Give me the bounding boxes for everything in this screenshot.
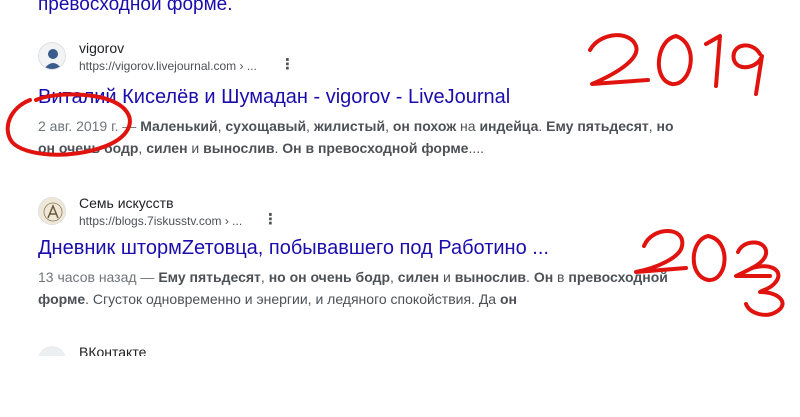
search-result-partial[interactable]: ВКонтакте <box>38 344 238 356</box>
result-title-link[interactable]: Виталий Киселёв и Шумадан - vigorov - Li… <box>38 85 738 109</box>
site-favicon-icon <box>38 42 66 70</box>
site-favicon-icon <box>38 197 66 225</box>
result-date: 2 авг. 2019 г. <box>38 118 119 134</box>
site-name: vigorov <box>79 40 125 56</box>
previous-snippet-text: превосходной форме. <box>38 0 233 15</box>
site-url: https://vigorov.livejournal.com › ... <box>79 59 257 73</box>
site-url: https://blogs.7iskusstv.com › ... <box>79 214 243 228</box>
site-name: Семь искусств <box>79 195 174 211</box>
handwritten-digit-3 <box>744 264 785 317</box>
search-result: vigorov https://vigorov.livejournal.com … <box>38 38 738 159</box>
result-source[interactable]: Семь искусств https://blogs.7iskusstv.co… <box>38 193 738 228</box>
more-options-icon[interactable]: ⋮ <box>263 212 278 227</box>
search-result: Семь искусств https://blogs.7iskusstv.co… <box>38 193 738 310</box>
result-title-link[interactable]: Дневник штормZетовца, побывавшего под Ра… <box>38 236 738 260</box>
site-favicon-icon <box>38 346 66 356</box>
handwritten-digit-2 <box>734 240 772 278</box>
result-date: 13 часов назад <box>38 269 137 285</box>
more-options-icon[interactable]: ⋮ <box>280 57 295 72</box>
result-source[interactable]: vigorov https://vigorov.livejournal.com … <box>38 38 738 73</box>
site-name: ВКонтакте <box>79 344 147 356</box>
result-snippet: 2 авг. 2019 г. — Маленький, сухощавый, ж… <box>38 118 674 156</box>
result-snippet: 13 часов назад — Ему пятьдесят, но он оч… <box>38 269 668 307</box>
